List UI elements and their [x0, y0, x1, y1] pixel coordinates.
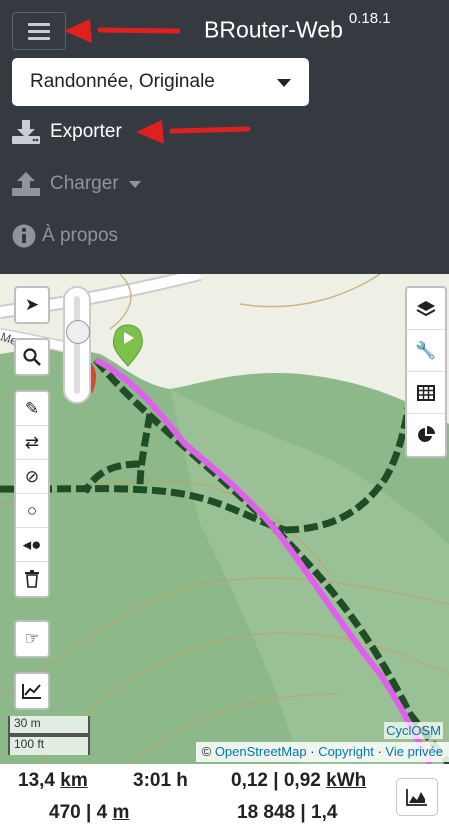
search-icon[interactable] [16, 340, 48, 374]
line-chart-icon[interactable] [16, 674, 48, 708]
annotation-arrow [64, 19, 180, 43]
layer-name-label[interactable]: CyclOSM [384, 722, 443, 739]
wrench-icon[interactable]: 🔧 [407, 330, 445, 372]
distance-value: 13,4 [18, 770, 55, 791]
menu-toggle-button[interactable] [12, 12, 66, 50]
ascent-value: 470 [49, 802, 81, 823]
load-menu-item[interactable]: Charger [12, 172, 141, 196]
profile-select[interactable]: Randonnée, Originale [12, 58, 309, 106]
top-navbar: BRouter-Web 0.18.1 Randonnée, Originale E… [0, 0, 449, 274]
layers-icon[interactable] [407, 288, 445, 330]
profile-select-value: Randonnée, Originale [30, 71, 215, 92]
info-icon [12, 224, 36, 248]
descent-unit: m [112, 802, 130, 823]
opacity-slider[interactable] [63, 286, 91, 404]
table-icon[interactable] [407, 372, 445, 414]
openstreetmap-link[interactable]: OpenStreetMap [215, 744, 307, 759]
about-label: À propos [42, 225, 119, 246]
transit-control[interactable]: ☞ [14, 620, 50, 658]
upload-icon [12, 172, 40, 196]
ascent-descent-stat: 470 | 4 m [49, 802, 130, 823]
distance-unit: km [60, 770, 88, 791]
time-stat: 3:01 h [133, 770, 188, 791]
pencil-icon[interactable]: ✎ [16, 392, 48, 426]
brand-title[interactable]: BRouter-Web 0.18.1 [204, 10, 391, 44]
scale-metric: 30 m [8, 716, 90, 735]
privacy-link[interactable]: Vie privée [385, 744, 443, 759]
load-label: Charger [50, 173, 119, 194]
caret-down-icon [277, 79, 291, 87]
poi-marker-icon[interactable]: ◂● [16, 528, 48, 562]
energy-value-b: 0,92 [283, 770, 321, 791]
descent-value: 4 [96, 802, 108, 823]
slider-knob[interactable] [66, 320, 90, 344]
locate-icon[interactable]: ➤ [16, 288, 48, 322]
cost-value: 18 848 [237, 802, 296, 823]
drawing-toolbar: ✎ ⇄ ⊘ ○ ◂● [14, 390, 50, 598]
circle-icon[interactable]: ○ [16, 494, 48, 528]
separator: · [377, 744, 382, 759]
about-menu-item[interactable]: À propos [12, 224, 118, 248]
right-toolbar: 🔧 [405, 286, 447, 458]
distance-stat: 13,4 km [18, 770, 88, 792]
copyright-symbol: © [201, 744, 212, 759]
separator: · [310, 744, 315, 759]
brand-name: BRouter-Web [204, 16, 343, 43]
elevation-profile-button[interactable] [396, 778, 438, 816]
annotation-arrow [136, 120, 251, 144]
route-stats-bar: 13,4 km 3:01 h 0,12 | 0,92 kWh 470 | 4 m… [0, 764, 449, 829]
pie-chart-icon[interactable] [407, 414, 445, 456]
trash-icon[interactable] [16, 562, 48, 596]
elevation-control[interactable] [14, 672, 50, 710]
slider-track [74, 296, 80, 394]
caret-down-icon [128, 180, 141, 188]
mean-cost-value: 1,4 [311, 802, 338, 823]
search-control[interactable] [14, 338, 50, 376]
energy-value-a: 0,12 [231, 770, 268, 791]
energy-unit: kWh [326, 770, 367, 791]
map-attribution: © OpenStreetMap · Copyright · Vie privée [195, 742, 449, 762]
hand-pointer-icon[interactable]: ☞ [16, 622, 48, 656]
energy-stat: 0,12 | 0,92 kWh [231, 770, 367, 791]
copyright-link[interactable]: Copyright [318, 744, 374, 759]
shuffle-icon[interactable]: ⇄ [16, 426, 48, 460]
no-go-area-icon[interactable]: ⊘ [16, 460, 48, 494]
download-icon [12, 120, 40, 144]
map-area[interactable]: Merlière ➤ ✎ ⇄ ⊘ ○ ◂● ☞ 🔧 [0, 274, 449, 764]
export-label: Exporter [50, 121, 122, 142]
scale-imperial: 100 ft [8, 735, 90, 755]
locate-control[interactable]: ➤ [14, 286, 50, 324]
cost-stat: 18 848 | 1,4 [237, 802, 338, 823]
export-menu-item[interactable]: Exporter [12, 120, 122, 144]
version-label: 0.18.1 [348, 10, 391, 27]
area-chart-icon [406, 789, 427, 806]
